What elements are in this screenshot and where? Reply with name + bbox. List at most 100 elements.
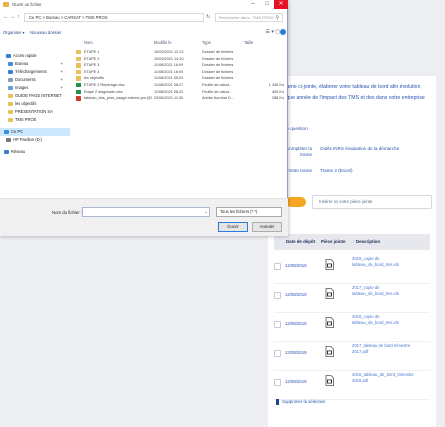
help-icon[interactable] [280, 29, 286, 35]
filetype-select[interactable]: Tous les fichiers (*.*) [216, 207, 282, 217]
nav-item[interactable]: Réseau [0, 148, 70, 156]
column-modified[interactable]: Modifié le [154, 40, 172, 45]
nav-item-label: Téléchargements [15, 69, 47, 74]
chevron-down-icon[interactable]: ⌄ [205, 209, 208, 214]
forward-arrow-icon[interactable]: → [10, 14, 16, 20]
file-row[interactable]: les objectifs 11/08/2021 09:03 Dossier de … [72, 75, 286, 81]
nav-item[interactable]: Téléchargements ✦ [0, 68, 70, 76]
nav-item[interactable]: Images ✦ [0, 84, 70, 92]
filename-input[interactable]: ⌄ [82, 207, 210, 217]
table-row: 12/08/2019 2017_copie de tableau_de_bord_… [274, 281, 430, 313]
completer-link[interactable]: Outils INRS évaluation de la démarche [320, 146, 399, 152]
file-row[interactable]: ETAPE 1 10/09/2021 12:22 Dossier de fichie… [72, 49, 286, 55]
upload-input[interactable]: Insérer ici votre pièce jointe [312, 195, 432, 209]
row-checkbox[interactable] [274, 350, 281, 357]
nav-item-label: Documents [15, 77, 36, 82]
file-type: Dossier de fichiers [202, 50, 234, 54]
nav-item-label: Images [15, 85, 29, 90]
back-arrow-icon[interactable]: ← [3, 14, 9, 20]
delete-selection-button[interactable]: Supprimer la sélection [276, 399, 325, 405]
folder-icon [8, 86, 13, 90]
folder-icon [8, 110, 13, 114]
folder-icon [76, 50, 81, 55]
nav-item[interactable]: Documents ✦ [0, 76, 70, 84]
nav-item-label: Réseau [11, 149, 26, 154]
nav-item[interactable]: Ce PC [0, 128, 70, 136]
folder-icon [8, 62, 13, 66]
address-bar[interactable]: Ce PC > Bureau > CARSAT > TMS PROS [24, 13, 204, 22]
file-size: 400 Ko [271, 89, 284, 94]
nav-item[interactable]: les objectifs [0, 100, 70, 108]
minimize-button[interactable]: – [246, 0, 260, 9]
folder-icon [4, 150, 9, 154]
maximize-button[interactable]: □ [260, 0, 274, 9]
excel-file-icon [76, 89, 81, 94]
file-name: ETAPE 4 [84, 69, 100, 74]
row-description-link[interactable]: 2018_tableau_de_bord_trimestre 2018.pdf [352, 372, 426, 384]
file-modified: 11/08/2021 08:22 [154, 89, 184, 94]
nav-item[interactable]: Bureau ✦ [0, 60, 70, 68]
organize-menu[interactable]: Organiser ▾ [3, 30, 25, 35]
attachment-file-icon[interactable] [325, 346, 334, 357]
refresh-icon[interactable]: ↻ [206, 14, 210, 20]
attachment-file-icon[interactable] [325, 288, 334, 299]
row-description-link[interactable]: 2016_copie de tableau_de_bord_tms.xls [352, 314, 426, 326]
nav-item[interactable]: Accès rapide [0, 52, 70, 60]
nav-item[interactable]: TMS PROS [0, 116, 70, 124]
folder-icon [6, 54, 11, 58]
file-row[interactable]: Etape 2 diagnostic.xlsx 11/08/2021 08:22 F… [72, 89, 286, 95]
dialog-footer: Nom du fichier : ⌄ Tous les fichiers (*.… [0, 198, 288, 236]
folder-icon [76, 56, 81, 61]
column-type[interactable]: Type [202, 40, 211, 45]
upload-button[interactable] [286, 197, 306, 207]
file-row[interactable]: ETAPE 4 11/08/2021 16:00 Dossier de fichie… [72, 69, 286, 75]
trame-link[interactable]: Trame 2 (Excel) [320, 168, 353, 174]
nav-item[interactable]: GUIDE PAGE INTERNET [0, 92, 70, 100]
pin-icon: ✦ [60, 69, 64, 74]
row-date: 12/08/2019 [285, 321, 307, 326]
nav-item[interactable]: HP Pavilion (D:) [0, 136, 70, 144]
nav-item-label: GUIDE PAGE INTERNET [15, 93, 62, 98]
file-row[interactable]: tableau_tms_pros_usage-interne.pro (83..… [72, 95, 286, 101]
row-description-link[interactable]: 2017_copie de tableau_de_bord_tms.xls [352, 285, 426, 297]
row-checkbox[interactable] [274, 263, 281, 270]
table-row: 12/08/2019 2017_tableau de bord trimestre… [274, 339, 430, 371]
file-row[interactable]: ETAPE 2 10/09/2021 14:20 Dossier de fichie… [72, 56, 286, 62]
row-description-link[interactable]: 2018_copie de tableau_de_bord_tms.xls [352, 256, 426, 268]
file-name: ETAPE 3 [84, 63, 100, 68]
view-options-icon[interactable]: ☰ ▾ ▢ [266, 29, 281, 35]
up-arrow-icon[interactable]: ↑ [17, 14, 20, 20]
new-folder-button[interactable]: Nouveau dossier [30, 30, 61, 35]
folder-icon [8, 118, 13, 122]
pin-icon: ✦ [60, 61, 64, 66]
file-type: Dossier de fichiers [202, 69, 234, 74]
file-modified: 11/08/2021 09:03 [154, 76, 184, 81]
close-button[interactable]: ✕ [274, 0, 288, 9]
search-input[interactable]: Rechercher dans : TMS PROS ⚲ [215, 13, 283, 22]
file-type: Dossier de fichiers [202, 76, 234, 81]
search-icon: ⚲ [275, 15, 279, 21]
row-description-link[interactable]: 2017_tableau de bord trimestre 2017.pdf [352, 343, 426, 355]
attachment-file-icon[interactable] [325, 259, 334, 270]
nav-item[interactable]: PRESENTATION SA [0, 108, 70, 116]
row-checkbox[interactable] [274, 292, 281, 299]
column-size[interactable]: Taille [244, 40, 253, 45]
file-name: tableau_tms_pros_usage-interne.pro (83..… [84, 96, 152, 101]
attachment-file-icon[interactable] [325, 375, 334, 386]
file-row[interactable]: ETAPE 2 Repérage.xlsx 11/08/2021 08:27 Feu… [72, 82, 286, 88]
column-name[interactable]: Nom [84, 40, 93, 45]
file-modified: 11/08/2021 16:09 [154, 63, 184, 68]
row-checkbox[interactable] [274, 321, 281, 328]
col-description: Description [356, 239, 381, 244]
folder-icon [8, 94, 13, 98]
file-size: 288 Ko [271, 96, 284, 101]
cancel-button[interactable]: Annuler [252, 222, 282, 232]
attachment-file-icon[interactable] [325, 317, 334, 328]
nav-item-label: PRESENTATION SA [15, 109, 53, 114]
table-row: 12/08/2019 2016_copie de tableau_de_bord_… [274, 310, 430, 342]
open-button[interactable]: Ouvrir [218, 222, 248, 232]
folder-icon [3, 2, 9, 7]
row-checkbox[interactable] [274, 379, 281, 386]
folder-icon [8, 102, 13, 106]
file-row[interactable]: ETAPE 3 11/08/2021 16:09 Dossier de fichie… [72, 62, 286, 68]
